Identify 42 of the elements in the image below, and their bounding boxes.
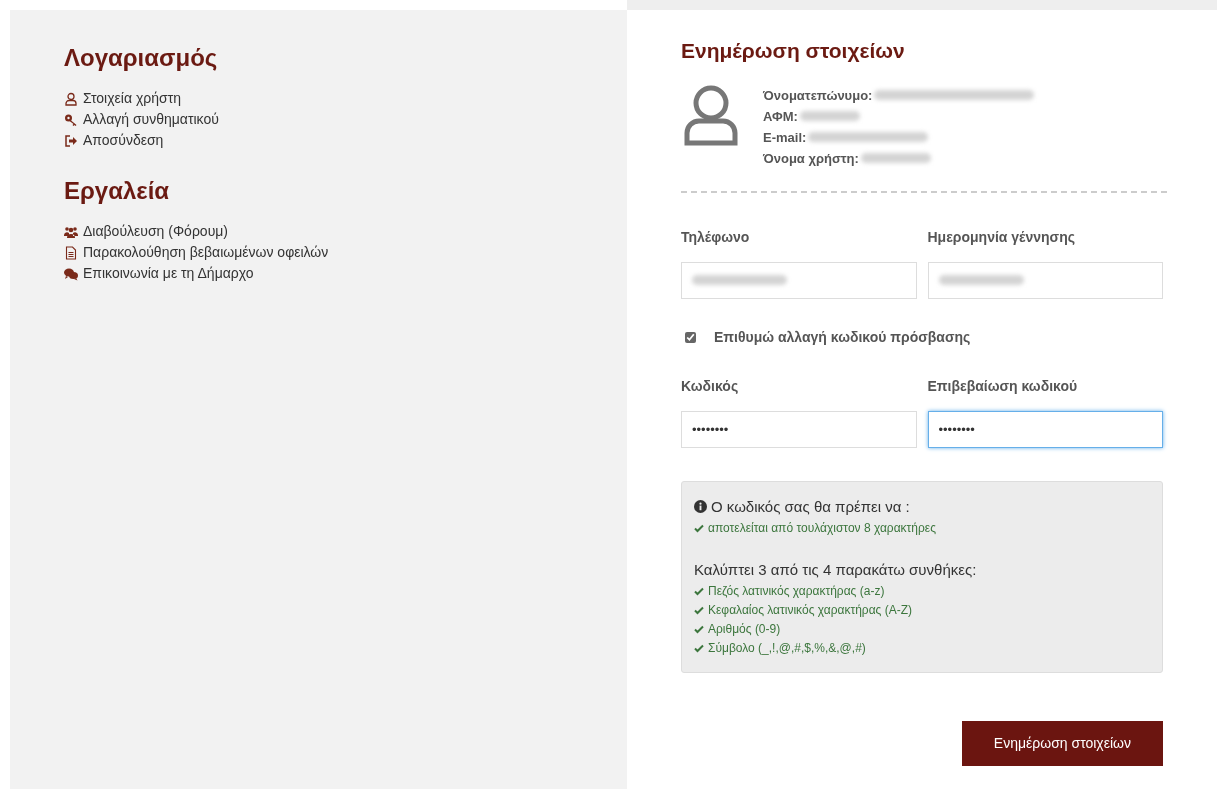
rule-text: Αριθμός (0-9)	[708, 621, 781, 638]
sidebar-link[interactable]: Αποσύνδεση	[83, 130, 164, 151]
section-heading: Εργαλεία	[64, 176, 171, 206]
sidebar-link[interactable]: Αλλαγή συνθηματικού	[83, 109, 219, 130]
rule-text: Σύμβολο (_,!,@,#,$,%,&,@,#)	[708, 640, 866, 657]
document-icon	[64, 245, 78, 260]
profile-label: Όνομα χρήστη:	[763, 149, 859, 168]
avatar-icon	[683, 84, 739, 147]
redacted-value	[799, 111, 860, 121]
profile-label: Όνοματεπώνυμο:	[763, 86, 873, 105]
sidebar-link[interactable]: Στοιχεία χρήστη	[83, 88, 181, 109]
submit-button[interactable]: Ενημέρωση στοιχείων	[961, 720, 1163, 766]
logout-icon	[64, 133, 78, 148]
rules-title: Ο κωδικός σας θα πρέπει να :	[711, 496, 910, 517]
chat-icon	[64, 266, 78, 281]
checkbox-label: Επιθυμώ αλλαγή κωδικού πρόσβασης	[714, 327, 971, 347]
field-label: Ημερομηνία γέννησης	[927, 227, 1076, 247]
rule-text: αποτελείται από τουλάχιστον 8 χαρακτήρες	[708, 519, 936, 537]
input-field[interactable]	[681, 261, 917, 299]
info-icon	[694, 500, 707, 514]
rule-text: Κεφαλαίος λατινικός χαρακτήρας (A-Z)	[708, 602, 913, 619]
user-icon	[64, 91, 78, 106]
password-field[interactable]: ••••••••	[681, 410, 917, 448]
profile-label: ΑΦΜ:	[763, 107, 798, 126]
users-icon	[64, 224, 78, 239]
sidebar-link[interactable]: Επικοινωνία με τη Δήμαρχο	[83, 263, 254, 284]
rules-subtitle: Καλύπτει 3 από τις 4 παρακάτω συνθήκες:	[694, 560, 978, 580]
sidebar-link[interactable]: Παρακολούθηση βεβαιωμένων οφειλών	[83, 242, 329, 263]
sidebar-link[interactable]: Διαβούλευση (Φόρουμ)	[83, 221, 229, 242]
password-field[interactable]: ••••••••	[927, 410, 1163, 448]
profile-label: E-mail:	[763, 128, 807, 147]
rule-text: Πεζός λατινικός χαρακτήρας (a-z)	[708, 583, 885, 600]
checkbox[interactable]	[685, 331, 696, 343]
input-field[interactable]	[927, 261, 1163, 299]
field-label: Επιβεβαίωση κωδικού	[927, 376, 1079, 396]
key-icon	[64, 112, 78, 127]
form-title: Ενημέρωση στοιχείων	[681, 38, 906, 64]
redacted-value	[860, 153, 931, 163]
field-label: Τηλέφωνο	[681, 227, 751, 247]
field-label: Κωδικός	[681, 376, 740, 396]
check-icon	[694, 522, 704, 533]
section-heading: Λογαριασμός	[64, 43, 219, 73]
